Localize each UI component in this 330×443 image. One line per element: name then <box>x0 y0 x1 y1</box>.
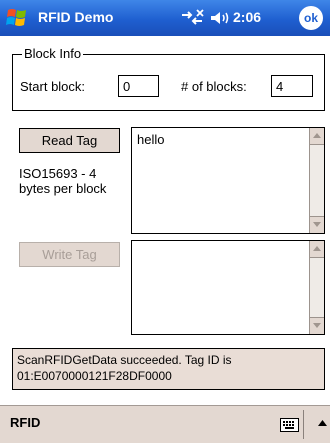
scroll-down-arrow-icon <box>313 222 321 227</box>
connectivity-icon[interactable] <box>180 9 204 27</box>
start-block-input[interactable] <box>118 75 159 97</box>
read-data-text: hello <box>137 132 165 147</box>
scroll-down-arrow-icon <box>313 323 321 328</box>
menu-bar: RFID <box>0 405 330 443</box>
write-data-scrollbar[interactable] <box>309 241 324 334</box>
status-message: ScanRFIDGetData succeeded. Tag ID is 01:… <box>12 348 325 390</box>
read-tag-button[interactable]: Read Tag <box>19 128 120 153</box>
num-blocks-input[interactable] <box>271 75 313 97</box>
volume-icon[interactable] <box>210 9 230 27</box>
sip-divider <box>303 410 304 439</box>
app-title: RFID Demo <box>38 9 114 25</box>
read-data-textbox[interactable]: hello <box>131 127 325 234</box>
scroll-down-button[interactable] <box>310 216 324 233</box>
block-info-legend: Block Info <box>22 45 84 63</box>
scroll-down-button[interactable] <box>310 317 324 334</box>
read-data-scrollbar[interactable] <box>309 128 324 233</box>
start-block-label: Start block: <box>20 79 86 94</box>
windows-start-icon[interactable] <box>5 5 31 31</box>
write-data-textbox[interactable] <box>131 240 325 335</box>
ok-button[interactable]: ok <box>299 6 323 30</box>
rfid-menu[interactable]: RFID <box>10 415 40 430</box>
scroll-up-button[interactable] <box>310 241 324 258</box>
sip-up-arrow-icon[interactable] <box>318 420 327 426</box>
iso15693-description: ISO15693 - 4 bytes per block <box>19 166 107 196</box>
scroll-up-button[interactable] <box>310 128 324 145</box>
keyboard-icon[interactable] <box>280 418 299 432</box>
scroll-up-arrow-icon <box>313 133 321 138</box>
num-blocks-label: # of blocks: <box>181 79 247 94</box>
title-bar: RFID Demo 2:06 ok <box>0 0 330 36</box>
clock[interactable]: 2:06 <box>233 8 261 26</box>
write-tag-button[interactable]: Write Tag <box>19 242 120 267</box>
screen: RFID Demo 2:06 ok Block Info Start block… <box>0 0 330 443</box>
scroll-up-arrow-icon <box>313 246 321 251</box>
